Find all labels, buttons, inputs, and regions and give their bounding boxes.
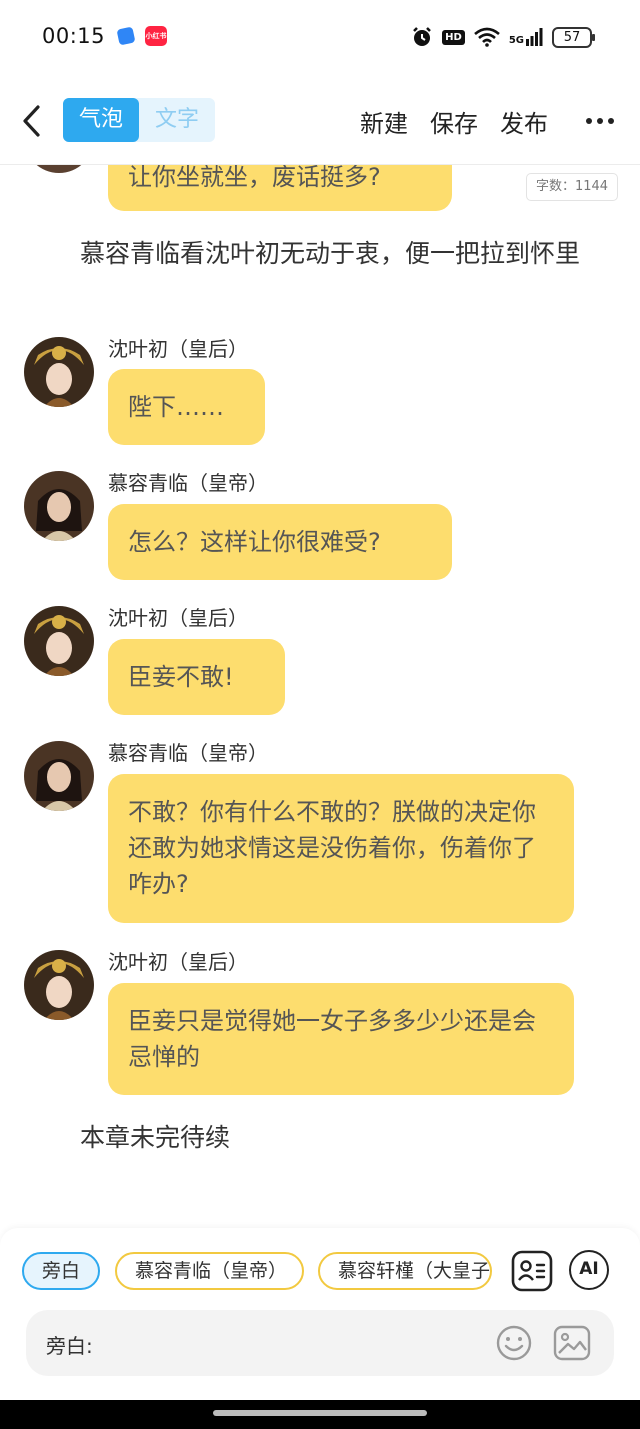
speaker-name: 慕容青临（皇帝） [108, 741, 268, 765]
speaker-name: 沈叶初（皇后） [108, 606, 248, 630]
word-count-badge: 字数：1144 [526, 173, 618, 201]
bubble-text: 陛下…… [128, 393, 224, 421]
chat-bubble[interactable]: 臣妾不敢! [108, 639, 285, 715]
chat-area[interactable]: 让你坐就坐，废话挺多? 慕容青临看沈叶初无动于衷，便一把拉到怀里 沈叶初（皇后）… [0, 165, 640, 1225]
bubble-text: 让你坐就坐，废话挺多? [128, 165, 381, 191]
status-time: 00:15 [42, 24, 106, 48]
character-card-icon[interactable] [511, 1250, 553, 1292]
avatar-empress[interactable] [24, 950, 94, 1020]
chat-bubble[interactable]: 不敢？你有什么不敢的？朕做的决定你还敢为她求情这是没伤着你，伤着你了咋办? [108, 774, 574, 923]
alarm-icon [413, 27, 432, 46]
bubble-text: 臣妾只是觉得她一女子多多少少还是会忌惮的 [128, 1007, 536, 1071]
system-nav-bar [0, 1400, 640, 1429]
avatar-empress[interactable] [24, 606, 94, 676]
notification-app-icon [116, 26, 136, 46]
role-input-panel: 旁白 慕容青临（皇帝） 慕容轩槿（大皇子） AI 旁白: [0, 1228, 640, 1400]
avatar-emperor[interactable] [24, 471, 94, 541]
ai-button[interactable]: AI [569, 1250, 609, 1290]
bubble-text: 怎么？这样让你很难受? [128, 528, 381, 556]
chat-bubble[interactable]: 怎么？这样让你很难受? [108, 504, 452, 580]
role-chip-emperor[interactable]: 慕容青临（皇帝） [115, 1252, 304, 1290]
editor-toolbar: 气泡 文字 新建 保存 发布 [0, 90, 640, 156]
toolbar-actions: 新建 保存 发布 [360, 104, 548, 139]
dialogue-input-field[interactable]: 旁白: [26, 1310, 614, 1376]
narration-text[interactable]: 慕容青临看沈叶初无动于衷，便一把拉到怀里 [24, 235, 594, 273]
new-button[interactable]: 新建 [360, 104, 408, 139]
status-bar: 00:15 小红书 HD 5G 57 [0, 0, 640, 74]
avatar-emperor[interactable] [24, 741, 94, 811]
publish-button[interactable]: 发布 [500, 104, 548, 139]
bubble-text: 臣妾不敢! [128, 663, 234, 691]
role-chip-prince[interactable]: 慕容轩槿（大皇子） [318, 1252, 492, 1290]
chapter-end-text[interactable]: 本章未完待续 [24, 1119, 594, 1157]
cell-signal-icon: 5G [509, 28, 543, 46]
role-chip-narrator[interactable]: 旁白 [22, 1252, 100, 1290]
tab-bubble-mode[interactable]: 气泡 [63, 98, 139, 142]
speaker-name: 慕容青临（皇帝） [108, 471, 268, 495]
mode-toggle: 气泡 文字 [63, 98, 215, 142]
image-icon[interactable] [553, 1324, 591, 1362]
speaker-name: 沈叶初（皇后） [108, 950, 248, 974]
battery-indicator: 57 [552, 26, 595, 48]
tab-text-mode[interactable]: 文字 [139, 98, 215, 142]
more-dots-icon[interactable] [585, 116, 615, 126]
chat-bubble[interactable]: 陛下…… [108, 369, 265, 445]
speaker-name: 沈叶初（皇后） [108, 337, 248, 361]
emoji-icon[interactable] [495, 1324, 533, 1362]
back-arrow-icon[interactable] [18, 104, 48, 138]
input-role-label: 旁白: [46, 1334, 93, 1358]
status-icons: HD 5G 57 [411, 24, 595, 50]
home-indicator[interactable] [213, 1410, 427, 1416]
xiaohongshu-app-icon: 小红书 [145, 26, 167, 46]
avatar-empress[interactable] [24, 337, 94, 407]
hd-icon: HD [442, 29, 465, 45]
ai-label: AI [579, 1259, 599, 1279]
chat-bubble[interactable]: 臣妾只是觉得她一女子多多少少还是会忌惮的 [108, 983, 574, 1095]
avatar-emperor[interactable] [24, 165, 94, 173]
bubble-text: 不敢？你有什么不敢的？朕做的决定你还敢为她求情这是没伤着你，伤着你了咋办? [128, 798, 536, 898]
save-button[interactable]: 保存 [430, 104, 478, 139]
chat-bubble[interactable]: 让你坐就坐，废话挺多? [108, 165, 452, 211]
wifi-icon [473, 27, 500, 47]
